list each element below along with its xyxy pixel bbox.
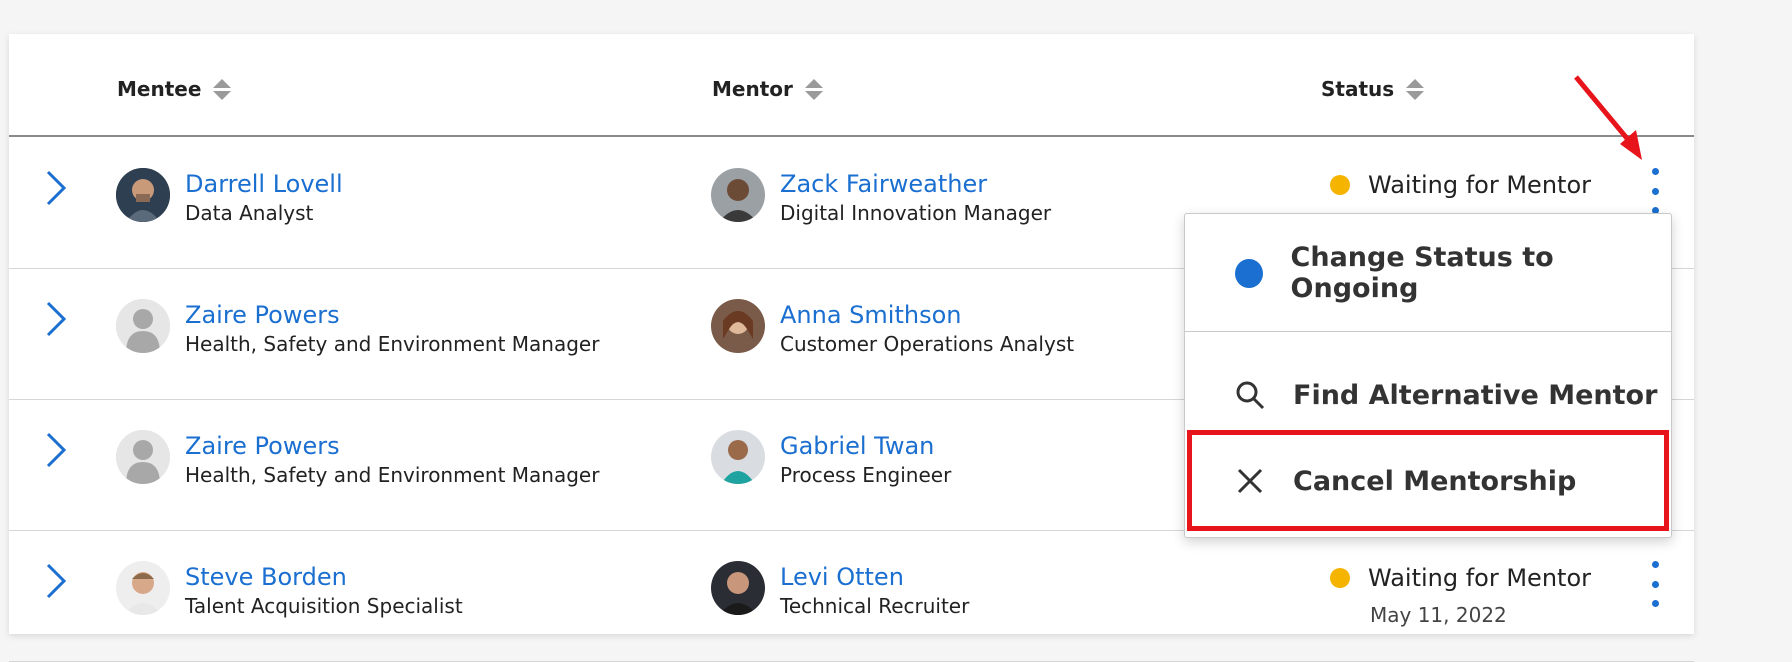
row-actions-dropdown: Change Status to Ongoing Find Alternativ… <box>1184 213 1672 538</box>
status-dot-icon <box>1330 568 1350 588</box>
status-header-label: Status <box>1321 77 1395 101</box>
change-status-ongoing-item[interactable]: Change Status to Ongoing <box>1185 242 1671 304</box>
row-actions-menu-button[interactable] <box>1644 168 1666 214</box>
cancel-mentorship-item[interactable]: Cancel Mentorship <box>1185 450 1671 512</box>
mentor-cell: Levi Otten Technical Recruiter <box>780 561 969 619</box>
expand-row-button[interactable] <box>39 561 73 601</box>
find-alternative-mentor-item[interactable]: Find Alternative Mentor <box>1185 364 1671 426</box>
table-header: Mentee Mentor Status <box>9 34 1694 137</box>
mentee-name-link[interactable]: Steve Borden <box>185 561 463 593</box>
avatar-placeholder <box>116 299 170 353</box>
mentee-role: Data Analyst <box>185 201 314 225</box>
sort-icon[interactable] <box>804 78 823 100</box>
mentor-name-link[interactable]: Anna Smithson <box>780 299 1074 331</box>
mentor-name-link[interactable]: Zack Fairweather <box>780 168 1051 200</box>
mentor-role: Customer Operations Analyst <box>780 332 1075 356</box>
arrow-annotation-icon <box>1574 75 1642 160</box>
mentee-cell: Darrell Lovell Data Analyst <box>185 168 343 226</box>
status-date: May 11, 2022 <box>1370 603 1507 627</box>
blue-dot-icon <box>1235 258 1263 288</box>
menu-divider <box>1185 331 1671 332</box>
mentor-header-label: Mentor <box>712 77 793 101</box>
mentee-name-link[interactable]: Zaire Powers <box>185 299 599 331</box>
avatar <box>711 430 765 484</box>
sort-icon[interactable] <box>1406 78 1425 100</box>
mentee-name-link[interactable]: Zaire Powers <box>185 430 599 462</box>
avatar <box>116 168 170 222</box>
row-actions-menu-button[interactable] <box>1644 561 1666 607</box>
mentor-role: Digital Innovation Manager <box>780 201 1052 225</box>
status-indicator: Waiting for Mentor <box>1330 564 1591 592</box>
mentee-header-label: Mentee <box>117 77 202 101</box>
mentor-role: Process Engineer <box>780 463 952 487</box>
avatar <box>711 299 765 353</box>
mentor-name-link[interactable]: Levi Otten <box>780 561 969 593</box>
avatar <box>711 561 765 615</box>
mentee-cell: Zaire Powers Health, Safety and Environm… <box>185 299 599 357</box>
table-row: Steve Borden Talent Acquisition Speciali… <box>9 531 1694 662</box>
mentor-column-header[interactable]: Mentor <box>712 74 823 104</box>
mentee-role: Health, Safety and Environment Manager <box>185 463 600 487</box>
status-label: Waiting for Mentor <box>1368 171 1591 199</box>
expand-row-button[interactable] <box>39 430 73 470</box>
expand-row-button[interactable] <box>39 168 73 208</box>
mentee-role: Health, Safety and Environment Manager <box>185 332 600 356</box>
mentee-role: Talent Acquisition Specialist <box>185 594 463 618</box>
avatar-placeholder <box>116 430 170 484</box>
mentee-cell: Zaire Powers Health, Safety and Environm… <box>185 430 599 488</box>
status-dot-icon <box>1330 175 1350 195</box>
mentor-name-link[interactable]: Gabriel Twan <box>780 430 951 462</box>
chevron-right-icon <box>46 301 67 337</box>
close-icon <box>1235 466 1265 496</box>
menu-item-label: Find Alternative Mentor <box>1293 379 1658 411</box>
mentee-cell: Steve Borden Talent Acquisition Speciali… <box>185 561 463 619</box>
expand-row-button[interactable] <box>39 299 73 339</box>
chevron-right-icon <box>46 563 67 599</box>
mentee-name-link[interactable]: Darrell Lovell <box>185 168 343 200</box>
menu-item-label: Cancel Mentorship <box>1293 465 1577 497</box>
mentor-cell: Gabriel Twan Process Engineer <box>780 430 951 488</box>
status-column-header[interactable]: Status <box>1321 74 1425 104</box>
status-label: Waiting for Mentor <box>1368 564 1591 592</box>
chevron-right-icon <box>46 170 67 206</box>
menu-item-label: Change Status to Ongoing <box>1290 242 1554 304</box>
mentee-column-header[interactable]: Mentee <box>117 74 232 104</box>
sort-icon[interactable] <box>213 78 232 100</box>
avatar <box>711 168 765 222</box>
mentor-cell: Anna Smithson Customer Operations Analys… <box>780 299 1074 357</box>
mentor-role: Technical Recruiter <box>780 594 970 618</box>
avatar <box>116 561 170 615</box>
chevron-right-icon <box>46 432 67 468</box>
status-indicator: Waiting for Mentor <box>1330 171 1591 199</box>
search-icon <box>1235 380 1265 410</box>
mentor-cell: Zack Fairweather Digital Innovation Mana… <box>780 168 1051 226</box>
